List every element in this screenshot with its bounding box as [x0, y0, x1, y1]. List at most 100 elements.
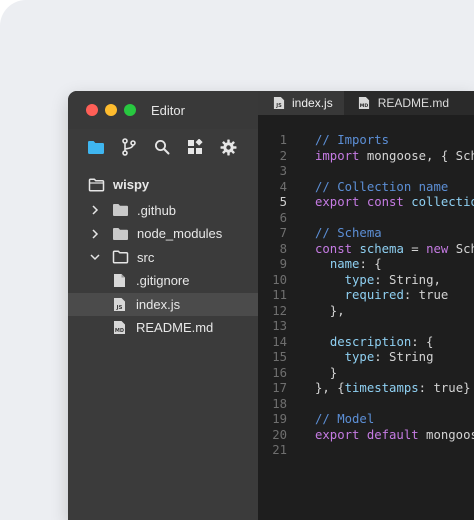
code-text: import mongoose, { Sch [315, 149, 474, 165]
code-token: timestamps [344, 381, 419, 395]
explorer-icon[interactable] [86, 137, 106, 157]
line-number: 18 [272, 396, 287, 411]
code-token: : { [359, 257, 382, 271]
line-number: 21 [272, 443, 287, 457]
window-title: Editor [151, 102, 185, 118]
code-line[interactable]: 8 const schema = new Sch [258, 242, 474, 258]
chevron-down-icon[interactable] [90, 252, 100, 262]
tree-item-src[interactable]: src [68, 246, 258, 270]
line-number: 9 [279, 257, 287, 271]
code-token: required [344, 288, 404, 302]
code-text: // Model [315, 412, 374, 428]
code-token: name [329, 257, 360, 271]
code-token: description [329, 334, 412, 349]
search-icon[interactable] [152, 137, 172, 157]
line-number: 3 [279, 164, 287, 178]
line-number: 11 [272, 288, 287, 302]
folder-outline-icon [112, 250, 129, 265]
code-text: name: { [315, 257, 382, 273]
explorer-root[interactable]: wispy [68, 173, 258, 197]
tab-bar: JS index.js MD README.md [258, 91, 474, 115]
code-line[interactable]: 12 }, [258, 304, 474, 320]
line-number: 16 [272, 365, 287, 380]
tree-item-index-js[interactable]: JS index.js [68, 292, 258, 316]
tree-item-readme[interactable]: MD README.md [68, 316, 258, 340]
line-number: 8 [279, 241, 287, 256]
code-text: // Schema [315, 226, 382, 242]
minimize-button[interactable] [105, 104, 117, 116]
code-token: : String, [374, 272, 441, 287]
line-number: 10 [272, 272, 287, 287]
sidebar: Editor wispy .github node_modules src .g… [68, 91, 258, 520]
settings-icon[interactable] [218, 137, 238, 157]
tree-item-node-modules[interactable]: node_modules [68, 222, 258, 246]
tab-partial[interactable] [460, 91, 474, 115]
code-token: type [344, 272, 375, 287]
code-line[interactable]: 10 type: String, [258, 273, 474, 289]
code-token: // Collection name [315, 179, 449, 194]
code-text: description: { [315, 334, 434, 351]
code-line[interactable]: 2 import mongoose, { Sch [258, 149, 474, 165]
folder-icon [112, 226, 129, 241]
code-line[interactable]: 7 // Schema [258, 226, 474, 242]
code-area[interactable]: 1 // Imports 2 import mongoose, { Sch 3 4 // C… [258, 133, 474, 459]
code-text: export const collectio [315, 195, 474, 211]
code-line[interactable]: 14 description: { [258, 335, 474, 351]
md-file-icon: MD [356, 96, 373, 111]
code-line[interactable]: 5 export const collectio [258, 195, 474, 211]
line-number: 19 [272, 412, 287, 426]
code-text: } [315, 366, 337, 382]
close-button[interactable] [86, 104, 98, 116]
code-text: export default mongoos [315, 428, 474, 444]
line-number: 5 [279, 195, 287, 209]
code-line[interactable]: 3 [258, 164, 474, 180]
chevron-right-icon[interactable] [90, 205, 100, 215]
code-line[interactable]: 21 [258, 443, 474, 459]
line-number: 12 [272, 303, 287, 318]
line-number: 4 [279, 179, 287, 194]
code-line[interactable]: 4 // Collection name [258, 180, 474, 196]
chevron-right-icon[interactable] [90, 229, 100, 239]
code-line[interactable]: 20 export default mongoos [258, 428, 474, 444]
code-line[interactable]: 16 } [258, 366, 474, 382]
code-line[interactable]: 9 name: { [258, 257, 474, 273]
maximize-button[interactable] [124, 104, 136, 116]
folder-icon [112, 203, 129, 218]
code-line[interactable]: 1 // Imports [258, 133, 474, 149]
code-token: : true} [418, 381, 471, 395]
line-number: 15 [272, 350, 287, 364]
tree-item-gitignore[interactable]: .gitignore [68, 269, 258, 293]
code-line[interactable]: 15 type: String [258, 350, 474, 366]
source-control-icon[interactable] [119, 137, 139, 157]
svg-text:JS: JS [115, 305, 122, 311]
code-token: export const [315, 195, 404, 209]
tree-item-github[interactable]: .github [68, 199, 258, 223]
activity-bar [68, 129, 258, 165]
code-line[interactable]: 13 [258, 319, 474, 335]
line-number: 6 [279, 210, 287, 225]
code-text: const schema = new Sch [315, 242, 474, 258]
extensions-icon[interactable] [185, 137, 205, 157]
code-line[interactable]: 11 required: true [258, 288, 474, 304]
code-line[interactable]: 6 [258, 211, 474, 227]
tab-label: index.js [292, 96, 333, 110]
line-number: 1 [279, 133, 287, 147]
js-file-icon: JS [111, 297, 128, 312]
line-number: 14 [272, 334, 287, 349]
code-token: export default [315, 427, 419, 442]
code-token: // Schema [315, 226, 382, 240]
tab-readme[interactable]: MD README.md [343, 91, 461, 115]
md-file-icon: MD [111, 320, 128, 335]
editor-window: Editor wispy .github node_modules src .g… [68, 91, 474, 520]
code-token: : true [403, 288, 449, 302]
code-editor: JS index.js MD README.md 1 // Imports 2 imp… [258, 91, 474, 520]
line-number: 13 [272, 319, 287, 333]
code-line[interactable]: 19 // Model [258, 412, 474, 428]
code-text: // Collection name [315, 180, 448, 196]
file-icon [111, 273, 128, 288]
tab-index-js[interactable]: JS index.js [258, 91, 344, 115]
code-line[interactable]: 17}, {timestamps: true} [258, 381, 474, 397]
line-number: 7 [279, 226, 287, 240]
code-line[interactable]: 18 [258, 397, 474, 413]
